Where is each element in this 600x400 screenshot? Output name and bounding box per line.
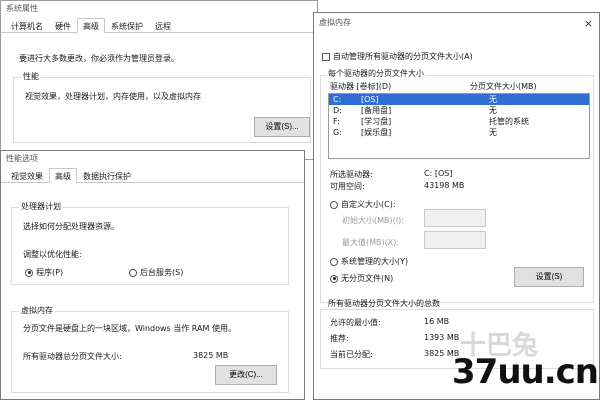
virtual-memory-title: 虚拟内存 <box>319 18 351 27</box>
tab-remote[interactable]: 远程 <box>149 18 177 33</box>
custom-size-radio[interactable]: 自定义大小(C): <box>330 199 396 210</box>
free-space-value: 43198 MB <box>424 181 465 190</box>
radio-selected-icon <box>25 268 33 277</box>
min-allowed-label: 允许的最小值: <box>330 318 381 327</box>
tab-advanced[interactable]: 高级 <box>77 18 105 33</box>
selected-drive-value: C: [OS] <box>424 169 453 178</box>
admin-note: 要进行大多数更改，你必须作为管理员登录。 <box>19 54 179 63</box>
radio-icon <box>330 257 338 266</box>
performance-options-window: 性能选项 视觉效果 高级 数据执行保护 处理器计划 选择如何分配处理器资源。 调… <box>0 150 305 400</box>
virtual-memory-description: 分页文件是硬盘上的一块区域，Windows 当作 RAM 使用。 <box>23 324 236 333</box>
system-managed-radio[interactable]: 系统管理的大小(Y) <box>330 256 408 267</box>
drive-size: 无 <box>489 95 497 104</box>
max-size-label: 最大值(MB)(X): <box>342 238 400 247</box>
virtual-memory-label: 虚拟内存 <box>19 305 55 316</box>
drive-letter: F: <box>333 117 340 126</box>
drive-list[interactable]: C: [OS] 无 D: [备用盘] 无 F: [学习盘] 托管的系统 G: [… <box>328 93 590 159</box>
radio-icon <box>129 268 137 277</box>
drive-size: 托管的系统 <box>489 117 529 126</box>
list-item[interactable]: F: [学习盘] 托管的系统 <box>329 116 589 127</box>
auto-manage-label: 自动管理所有驱动器的分页文件大小(A) <box>333 52 473 61</box>
adjust-for-label: 调整以优化性能: <box>23 250 82 259</box>
tab-dep[interactable]: 数据执行保护 <box>77 168 137 183</box>
per-drive-label: 每个驱动器的分页文件大小 <box>326 68 426 79</box>
checkbox-icon <box>322 52 330 61</box>
close-icon[interactable]: × <box>584 17 593 30</box>
performance-options-title: 性能选项 <box>6 154 38 163</box>
selected-drive-label: 所选驱动器: <box>330 170 373 179</box>
totals-title: 所有驱动器分页文件大小的总数 <box>328 299 440 308</box>
system-properties-tabs: 计算机名 硬件 高级 系统保护 远程 <box>1 17 317 33</box>
drive-label: [OS] <box>361 95 379 104</box>
radio-icon <box>330 200 338 209</box>
background-services-radio[interactable]: 后台服务(S) <box>129 267 183 278</box>
list-item[interactable]: D: [备用盘] 无 <box>329 105 589 116</box>
custom-size-label: 自定义大小(C): <box>341 200 396 209</box>
list-item[interactable]: G: [娱乐盘] 无 <box>329 127 589 138</box>
total-paging-size-value: 3825 MB <box>193 351 229 360</box>
drive-size: 无 <box>489 106 497 115</box>
performance-label: 性能 <box>21 71 41 82</box>
list-item[interactable]: C: [OS] 无 <box>329 94 589 105</box>
initial-size-input[interactable] <box>424 209 486 227</box>
processor-scheduling-label: 处理器计划 <box>19 201 63 212</box>
performance-settings-button[interactable]: 设置(S)... <box>254 117 310 137</box>
tab-advanced[interactable]: 高级 <box>49 168 77 183</box>
initial-size-label: 初始大小(MB)(I): <box>342 216 404 225</box>
column-header-size: 分页文件大小(MB) <box>470 82 537 91</box>
no-paging-label: 无分页文件(N) <box>341 274 394 283</box>
tab-system-protection[interactable]: 系统保护 <box>105 18 149 33</box>
performance-options-tabs: 视觉效果 高级 数据执行保护 <box>1 167 304 183</box>
drive-letter: D: <box>333 106 342 115</box>
drive-letter: C: <box>333 95 342 104</box>
programs-label: 程序(P) <box>36 268 64 277</box>
recommended-label: 推荐: <box>330 334 349 343</box>
drive-label: [娱乐盘] <box>361 128 392 137</box>
current-allocated-label: 当前已分配: <box>330 350 373 359</box>
performance-description: 视觉效果，处理器计划，内存使用，以及虚拟内存 <box>25 92 201 101</box>
no-paging-radio[interactable]: 无分页文件(N) <box>330 273 393 284</box>
system-managed-label: 系统管理的大小(Y) <box>341 257 409 266</box>
drive-size: 无 <box>489 128 497 137</box>
min-allowed-value: 16 MB <box>424 317 450 326</box>
recommended-value: 1393 MB <box>424 333 460 342</box>
auto-manage-checkbox[interactable]: 自动管理所有驱动器的分页文件大小(A) <box>322 51 473 62</box>
system-properties-title: 系统属性 <box>6 4 38 13</box>
tab-hardware[interactable]: 硬件 <box>49 18 77 33</box>
watermark-text: 37uu.cn <box>452 352 599 392</box>
tab-visual-effects[interactable]: 视觉效果 <box>5 168 49 183</box>
total-paging-size-label: 所有驱动器总分页文件大小: <box>23 352 122 361</box>
max-size-input[interactable] <box>424 231 486 249</box>
drive-label: [学习盘] <box>361 117 392 126</box>
programs-radio[interactable]: 程序(P) <box>25 267 63 278</box>
free-space-label: 可用空间: <box>330 182 365 191</box>
processor-scheduling-description: 选择如何分配处理器资源。 <box>23 222 119 231</box>
tab-computer-name[interactable]: 计算机名 <box>5 18 49 33</box>
drive-label: [备用盘] <box>361 106 392 115</box>
drive-letter: G: <box>333 128 342 137</box>
system-properties-window: 系统属性 计算机名 硬件 高级 系统保护 远程 要进行大多数更改，你必须作为管理… <box>0 0 318 160</box>
set-button[interactable]: 设置(S) <box>514 267 584 287</box>
change-button[interactable]: 更改(C)... <box>215 365 277 385</box>
background-services-label: 后台服务(S) <box>140 268 184 277</box>
virtual-memory-window: 虚拟内存 × 自动管理所有驱动器的分页文件大小(A) 每个驱动器的分页文件大小 … <box>313 12 600 400</box>
radio-selected-icon <box>330 274 338 283</box>
column-header-drive: 驱动器 [卷标](D) <box>330 82 392 91</box>
